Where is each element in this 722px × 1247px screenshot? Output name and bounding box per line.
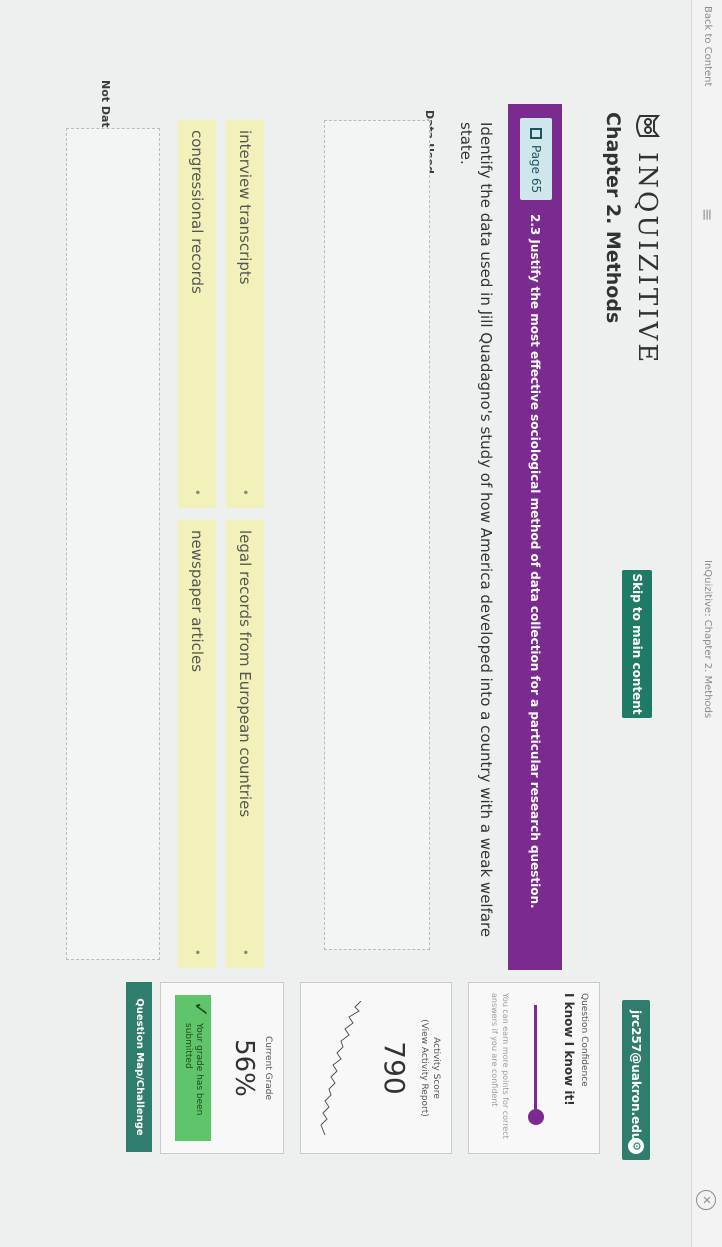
not-data-used-dropzone[interactable]	[66, 128, 160, 960]
activity-score-panel: Activity Score (View Activity Report) 79…	[300, 982, 452, 1154]
owl-logo-icon	[636, 115, 661, 137]
question-prompt: Identify the data used in Jill Quadagno'…	[457, 122, 495, 938]
confidence-value: I know I know it!	[562, 993, 576, 1106]
drag-handle-icon[interactable]: •	[226, 489, 264, 496]
data-used-dropzone[interactable]	[324, 120, 430, 950]
confidence-slider-track[interactable]	[534, 1005, 537, 1123]
current-grade-label: Current Grade	[263, 1035, 273, 1101]
answer-chip-interview-transcripts[interactable]: interview transcripts •	[226, 120, 264, 508]
activity-score-value: 790	[378, 1041, 411, 1095]
page-label: Page 65	[529, 145, 543, 194]
menu-icon[interactable]: ≡	[698, 208, 717, 221]
question-confidence-panel: Question Confidence I know I know it! Yo…	[468, 982, 600, 1154]
confidence-hint: You can earn more points for correct ans…	[490, 993, 510, 1139]
drag-handle-icon[interactable]: •	[178, 949, 216, 956]
app-logo-text: INQUIZITIVE	[632, 152, 662, 366]
learning-objective-text: 2.3 Justify the most effective sociologi…	[528, 214, 542, 909]
user-email: jrc257@uakron.edu	[629, 1010, 643, 1142]
current-grade-panel: Current Grade 56% ✓ Your grade has been …	[160, 982, 284, 1154]
tab-title: InQuizitive: Chapter 2. Methods	[702, 560, 713, 719]
drag-handle-icon[interactable]: •	[178, 489, 216, 496]
chapter-title: Chapter 2. Methods	[602, 112, 624, 324]
grade-submitted-text: Your grade has been submitted	[183, 1023, 204, 1116]
chip-label: congressional records	[188, 130, 206, 294]
confidence-slider-handle[interactable]	[528, 1109, 544, 1126]
current-grade-value: 56%	[229, 1039, 259, 1097]
browser-bar: Back to Content ≡ InQuizitive: Chapter 2…	[691, 0, 722, 1247]
check-icon: ✓	[189, 1001, 213, 1018]
gear-icon[interactable]: ⚙	[628, 1138, 644, 1154]
chip-label: newspaper articles	[188, 530, 206, 673]
page-reference-button[interactable]: Page 65	[520, 118, 552, 200]
page-icon	[530, 128, 542, 139]
answer-chip-newspaper-articles[interactable]: newspaper articles •	[178, 520, 216, 968]
user-account-button[interactable]: jrc257@uakron.edu ⚙	[622, 1000, 650, 1160]
activity-score-label: Activity Score	[431, 1037, 441, 1099]
back-to-content-link[interactable]: Back to Content	[702, 6, 713, 86]
grade-submitted-badge: ✓ Your grade has been submitted	[175, 995, 213, 1141]
skip-to-main-button[interactable]: Skip to main content	[622, 570, 652, 718]
answer-chip-legal-records[interactable]: legal records from European countries •	[226, 520, 264, 968]
chip-label: legal records from European countries	[236, 530, 254, 818]
app-window: Back to Content ≡ InQuizitive: Chapter 2…	[0, 0, 722, 1247]
close-icon[interactable]: ✕	[696, 1190, 716, 1210]
view-activity-report-link[interactable]: (View Activity Report)	[419, 983, 429, 1153]
chip-label: interview transcripts	[236, 130, 254, 285]
question-map-button[interactable]: Question Map/Challenge	[126, 982, 152, 1152]
drag-handle-icon[interactable]: •	[226, 949, 264, 956]
confidence-label: Question Confidence	[579, 993, 589, 1087]
answer-chip-congressional-records[interactable]: congressional records •	[178, 120, 216, 508]
activity-sparkline	[320, 1001, 362, 1135]
